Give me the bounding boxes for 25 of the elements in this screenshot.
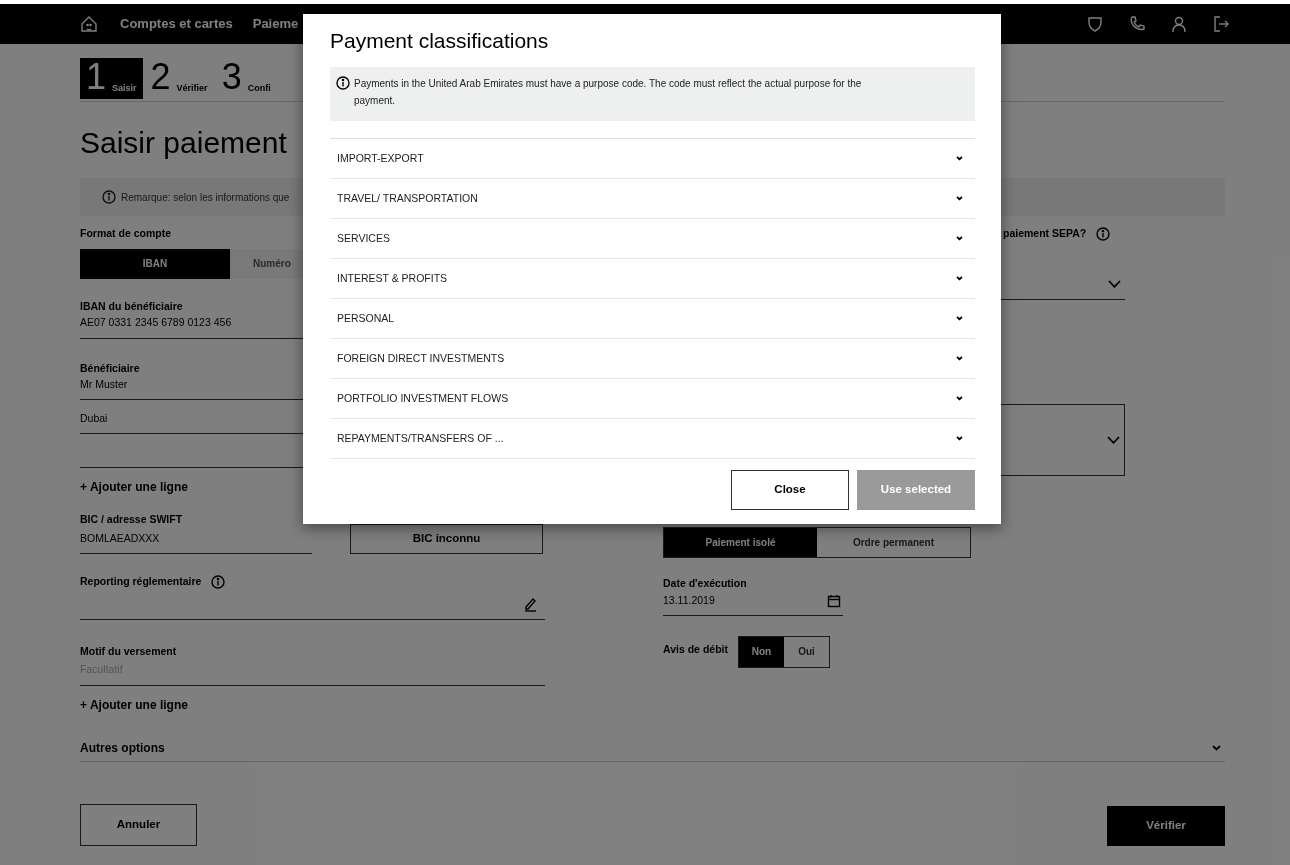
- accordion-title: Autres options: [80, 740, 165, 757]
- info-text: Payments in the United Arab Emirates must have a purpose code. The code must reflect the actual purpose for the payment.: [354, 77, 863, 108]
- step-number: 3: [221, 59, 242, 95]
- date-value: 13.11.2019: [663, 593, 715, 609]
- field-label: paiement SEPA?: [1003, 226, 1087, 241]
- notice-text: Remarque: selon les informations que: [121, 190, 290, 205]
- field-label: Bénéficiaire: [80, 360, 140, 376]
- item-label: SERVICES: [337, 230, 390, 246]
- item-label: IMPORT-EXPORT: [337, 150, 424, 166]
- step-number: 1: [86, 59, 107, 95]
- item-label: PERSONAL: [337, 310, 395, 326]
- step-label: Saisir: [112, 81, 137, 95]
- item-label: FOREIGN DIRECT INVESTMENTS: [337, 350, 505, 366]
- item-label: TRAVEL/ TRANSPORTATION: [337, 190, 478, 206]
- step-number: 2: [150, 59, 171, 95]
- item-label: PORTFOLIO INVESTMENT FLOWS: [337, 390, 509, 406]
- field-label: IBAN du bénéficiaire: [80, 298, 183, 314]
- item-label: REPAYMENTS/TRANSFERS OF ...: [337, 430, 504, 446]
- dialog-title: Payment classifications: [330, 30, 550, 51]
- step-label: Confi: [247, 81, 271, 95]
- field-label: Format de compte: [80, 226, 171, 241]
- field-label: Reporting réglementaire: [80, 574, 202, 589]
- item-label: INTEREST & PROFITS: [337, 270, 448, 286]
- step-label: Vérifier: [176, 81, 208, 95]
- field-label: Avis de débit: [663, 641, 728, 657]
